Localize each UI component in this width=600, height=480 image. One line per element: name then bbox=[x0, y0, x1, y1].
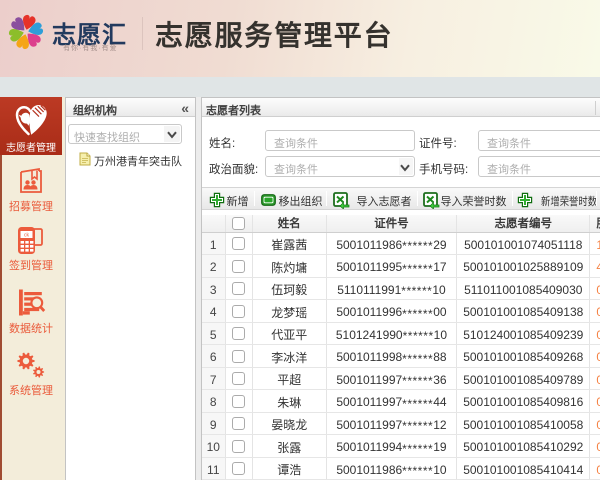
svg-text:ck: ck bbox=[24, 233, 30, 239]
